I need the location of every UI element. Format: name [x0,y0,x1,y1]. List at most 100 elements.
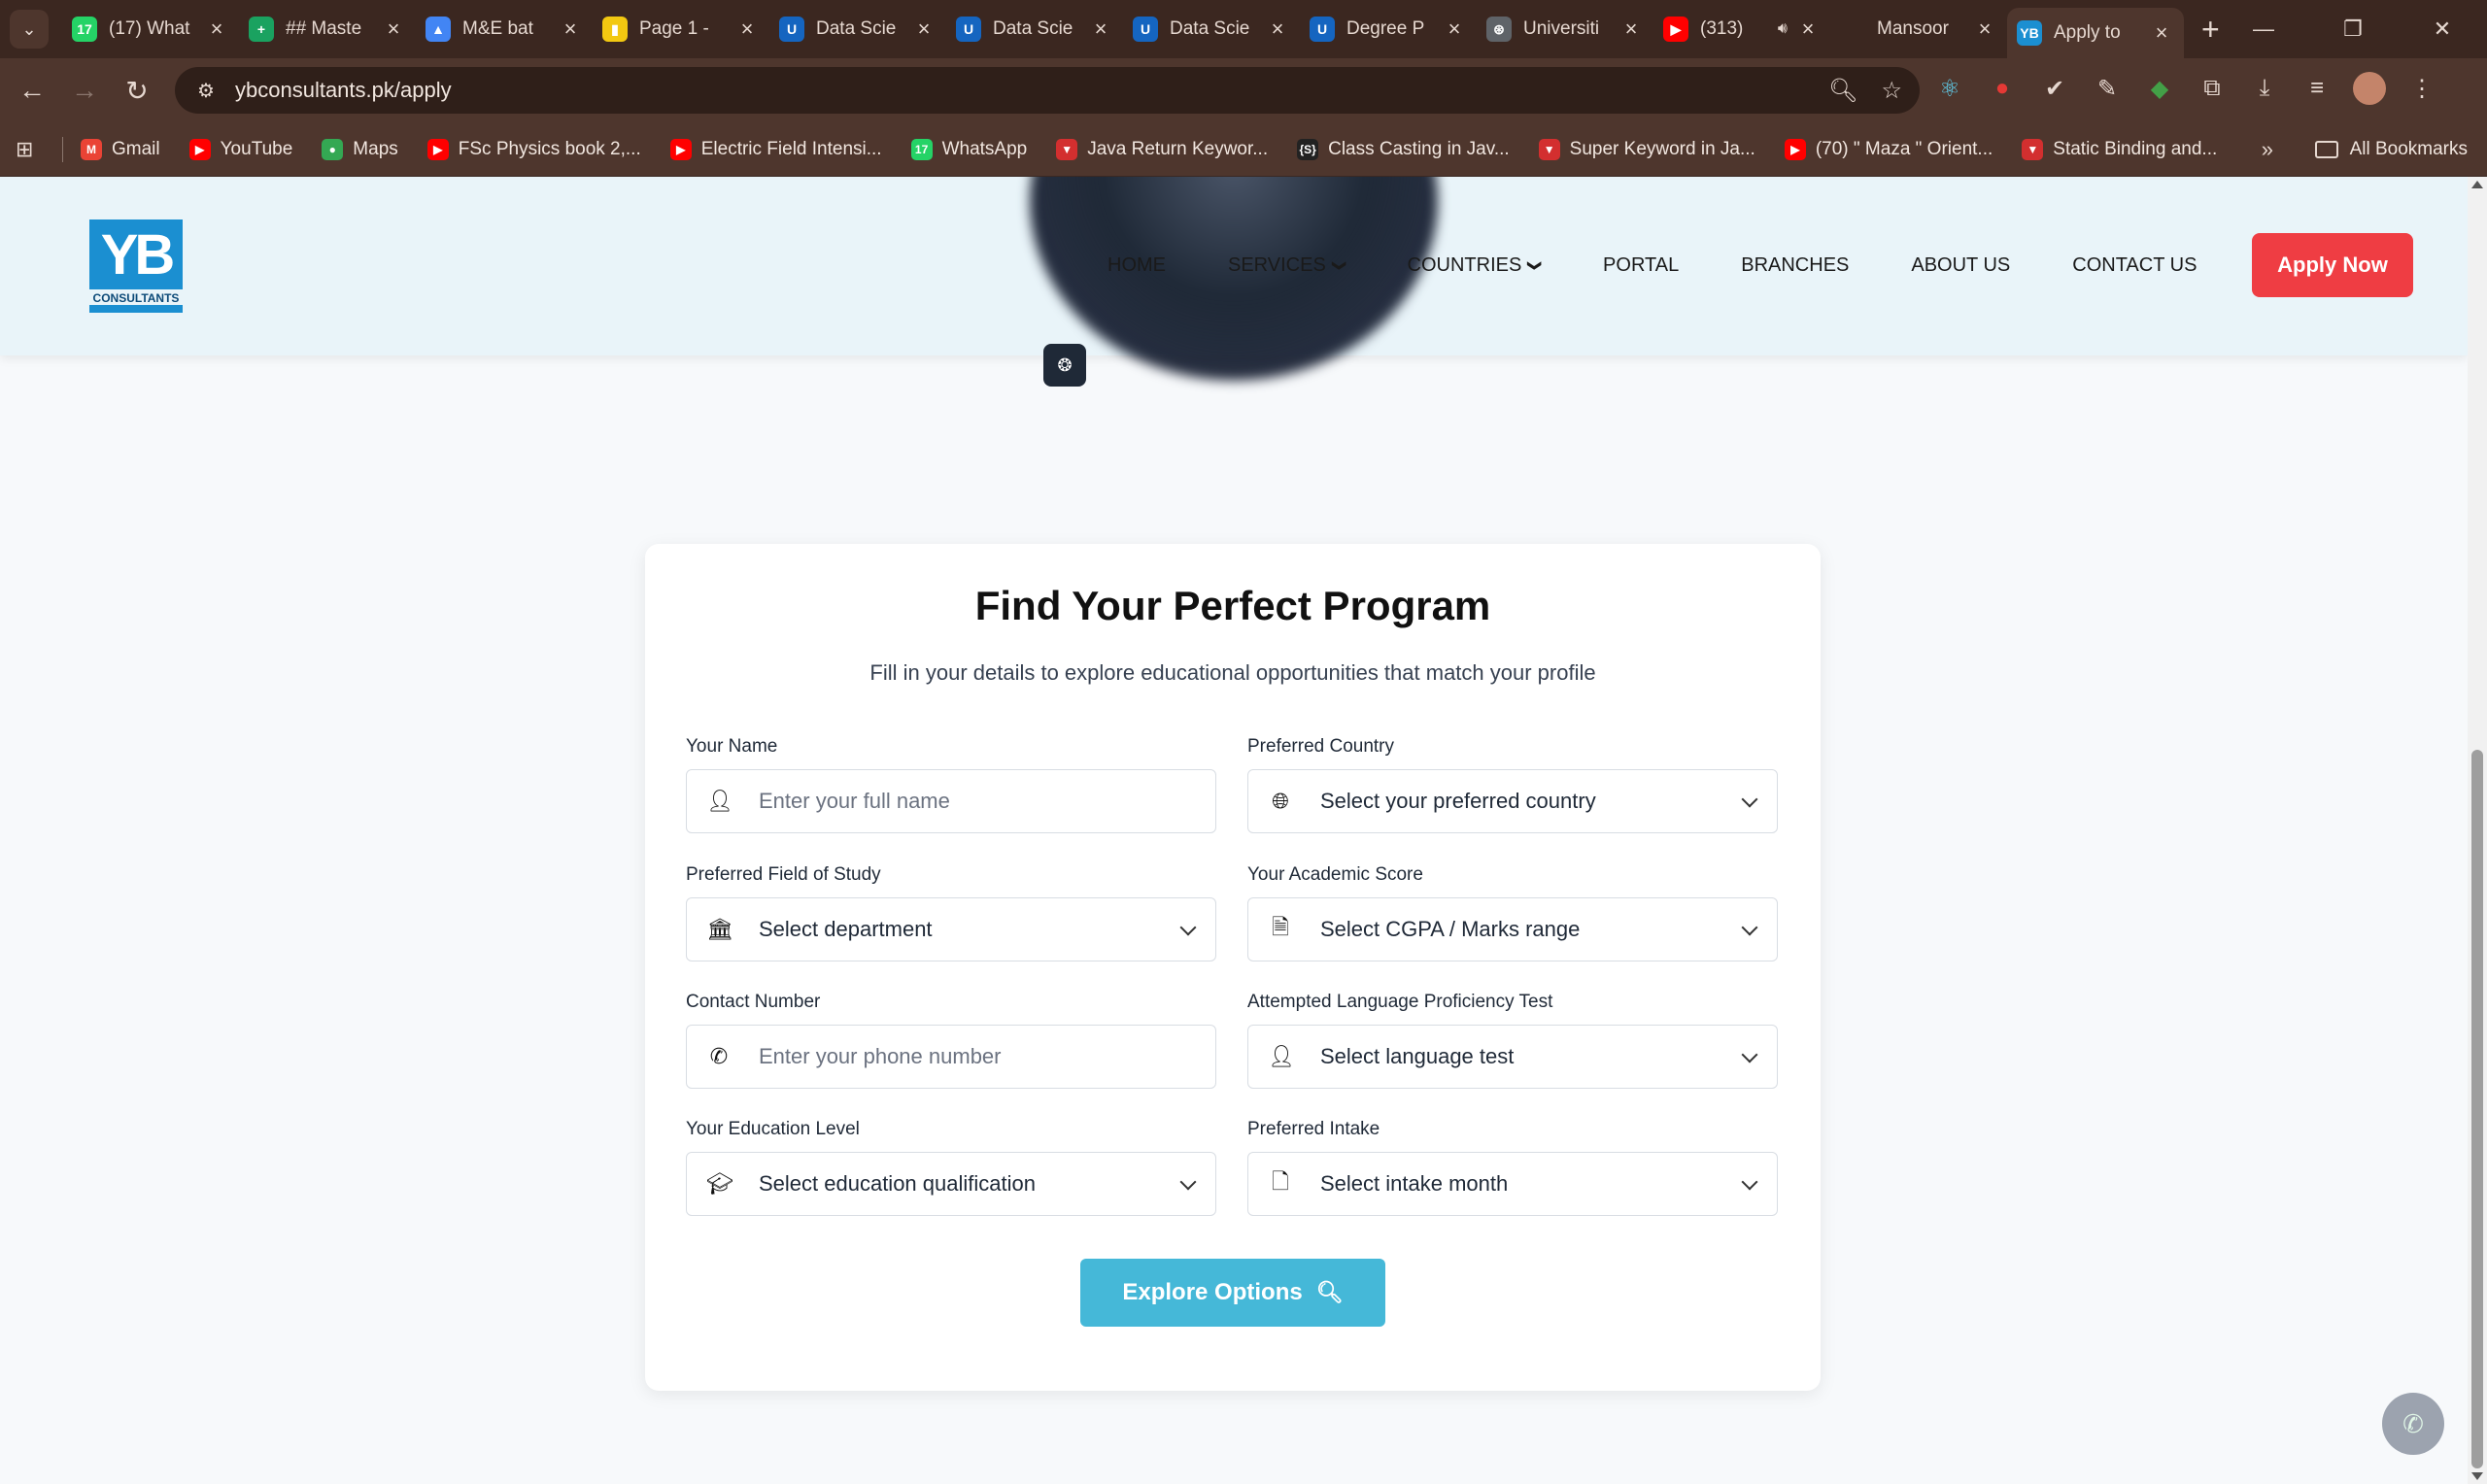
browser-tab[interactable]: ▮ Page 1 - × [593,8,769,51]
whatsapp-chat-button[interactable]: ✆ [2382,1393,2444,1455]
reload-button[interactable]: ↻ [111,75,163,107]
tab-close-icon[interactable]: × [1795,17,1821,42]
scroll-down-arrow-icon[interactable] [2471,1472,2483,1480]
nav-branches[interactable]: BRANCHES [1741,254,1849,277]
bookmark-item[interactable]: ▼ Static Binding and... [2022,138,2218,160]
nav-about-us[interactable]: ABOUT US [1911,254,2010,277]
yb-consultants-logo[interactable]: YB CONSULTANTS [89,219,183,313]
forward-button[interactable]: → [58,75,111,106]
browser-tab[interactable]: ▶ (313) 🔊︎ × [1653,8,1830,51]
main-nav: HOME SERVICES ❯ COUNTRIES ❯ PORTAL BRANCHE… [1107,254,2259,277]
bookmark-item[interactable]: ▼ Java Return Keywor... [1056,138,1268,160]
media-control-icon[interactable]: ≡ [2300,72,2334,105]
chevron-down-icon [1741,1173,1758,1191]
bookmark-item[interactable]: M Gmail [81,138,160,160]
tab-title: Data Scie [1170,18,1250,39]
bookmark-item[interactable]: 17 WhatsApp [910,138,1027,160]
apps-grid-icon[interactable]: ⊞ [16,137,45,162]
extensions-puzzle-icon[interactable]: ⧉ [2196,72,2229,105]
adblock-icon[interactable]: ● [1986,72,2019,105]
browser-tab[interactable]: 17 (17) What × [62,8,239,51]
explore-options-button[interactable]: Explore Options 🔍︎ [1080,1259,1385,1327]
tab-close-icon[interactable]: × [1088,17,1113,42]
close-window-button[interactable]: ✕ [2398,17,2487,42]
browser-tab[interactable]: Mansoor × [1830,8,2007,51]
bookmark-item[interactable]: ● Maps [322,138,398,160]
scrollbar-thumb[interactable] [2471,750,2483,1468]
bookmark-item[interactable]: ▶ Electric Field Intensi... [669,138,882,160]
bookmark-item[interactable]: {S} Class Casting in Jav... [1297,138,1510,160]
contact-label: Contact Number [686,992,821,1012]
eyedropper-icon[interactable]: ✎ [2091,72,2124,105]
apply-now-button[interactable]: Apply Now [2252,233,2413,297]
tab-search-button[interactable]: ⌄ [10,10,49,49]
more-bookmarks-icon[interactable]: » [2262,137,2273,162]
nav-contact-us[interactable]: CONTACT US [2072,254,2197,277]
cgpa-select[interactable]: 🗎 Select CGPA / Marks range [1247,897,1778,961]
all-bookmarks-button[interactable]: All Bookmarks [2314,138,2468,160]
tab-title: Universiti [1523,18,1600,39]
browser-tab[interactable]: + ## Maste × [239,8,416,51]
department-select[interactable]: 🏛︎ Select department [686,897,1216,961]
country-select[interactable]: 🌐︎ Select your preferred country [1247,769,1778,833]
tab-close-icon[interactable]: × [1972,17,1997,42]
checkmark-extension-icon[interactable]: ✔ [2038,72,2071,105]
bookmark-favicon-icon: M [81,138,102,160]
new-tab-button[interactable]: + [2201,12,2220,48]
download-icon[interactable]: ⤓ [2248,72,2281,105]
bookmark-item[interactable]: ▶ FSc Physics book 2,... [426,138,641,160]
tab-close-icon[interactable]: × [1618,17,1644,42]
intake-group: Preferred Intake 🗋 Select intake month [1247,1119,1778,1216]
profile-avatar[interactable] [2353,72,2386,105]
back-button[interactable]: ← [6,75,58,106]
tab-close-icon[interactable]: × [1265,17,1290,42]
chevron-down-icon: ❯ [1332,259,1348,272]
tab-close-icon[interactable]: × [204,17,229,42]
nav-countries[interactable]: COUNTRIES ❯ [1408,254,1544,277]
browser-tab[interactable]: YB Apply to × [2007,8,2184,58]
intake-select[interactable]: 🗋 Select intake month [1247,1152,1778,1216]
bookmark-item[interactable]: ▼ Super Keyword in Ja... [1538,138,1755,160]
bookmark-label: Static Binding and... [2053,138,2218,159]
scroll-up-arrow-icon[interactable] [2471,181,2483,188]
nav-portal[interactable]: PORTAL [1603,254,1679,277]
tab-close-icon[interactable]: × [2149,20,2174,46]
tab-close-icon[interactable]: × [558,17,583,42]
academic-score-label: Your Academic Score [1247,864,1423,885]
url-text[interactable]: ybconsultants.pk/apply [235,78,452,103]
tab-close-icon[interactable]: × [1442,17,1467,42]
page-scrollbar[interactable] [2468,177,2487,1484]
bookmark-item[interactable]: ▶ YouTube [188,138,292,160]
tab-close-icon[interactable]: × [911,17,937,42]
browser-tab[interactable]: ⊛ Universiti × [1477,8,1653,51]
browser-tab[interactable]: ▲ M&E bat × [416,8,593,51]
minimize-button[interactable]: — [2219,17,2308,42]
zoom-icon[interactable]: 🔍︎ [1828,77,1857,105]
browser-tab[interactable]: U Data Scie × [1123,8,1300,51]
browser-tab[interactable]: U Data Scie × [769,8,946,51]
audio-playing-icon[interactable]: 🔊︎ [1778,20,1788,38]
language-test-select[interactable]: 👤︎ Select language test [1247,1025,1778,1089]
phone-input[interactable]: ✆ Enter your phone number [686,1025,1216,1089]
react-devtools-icon[interactable]: ⚛ [1933,72,1966,105]
bookmark-star-icon[interactable]: ☆ [1881,77,1902,105]
browser-menu-icon[interactable]: ⋮ [2405,72,2438,105]
bookmark-label: Gmail [112,138,160,159]
restore-button[interactable]: ❐ [2308,17,2398,42]
site-info-icon[interactable]: ⚙ [187,79,225,103]
name-input[interactable]: 👤︎ Enter your full name [686,769,1216,833]
bookmark-item[interactable]: ▶ (70) " Maza " Orient... [1784,138,1993,160]
tab-favicon-icon [1840,17,1865,42]
extension-green-icon[interactable]: ◆ [2143,72,2176,105]
language-test-label: Attempted Language Proficiency Test [1247,992,1553,1012]
tab-close-icon[interactable]: × [381,17,406,42]
address-bar[interactable]: ⚙ ybconsultants.pk/apply 🔍︎ ☆ [175,67,1920,114]
brain-icon[interactable]: ❂ [1043,344,1086,387]
nav-home[interactable]: HOME [1107,254,1166,277]
browser-tab[interactable]: U Data Scie × [946,8,1123,51]
nav-services[interactable]: SERVICES ❯ [1228,254,1348,277]
all-bookmarks-label: All Bookmarks [2349,138,2468,159]
browser-tab[interactable]: U Degree P × [1300,8,1477,51]
education-select[interactable]: 🎓︎ Select education qualification [686,1152,1216,1216]
tab-close-icon[interactable]: × [734,17,760,42]
